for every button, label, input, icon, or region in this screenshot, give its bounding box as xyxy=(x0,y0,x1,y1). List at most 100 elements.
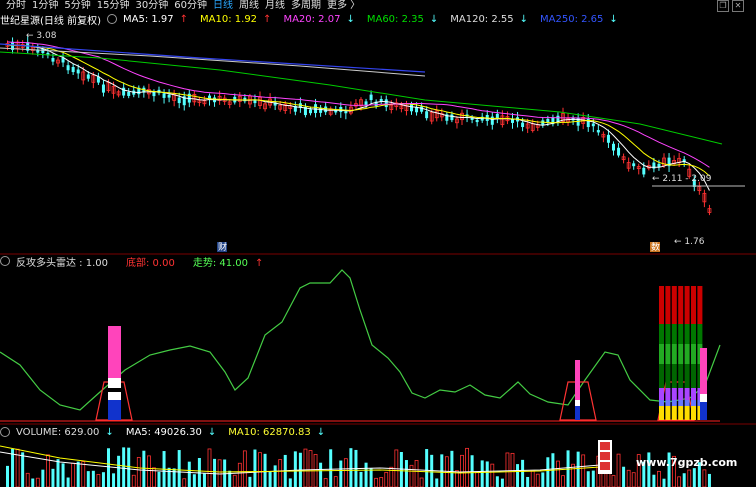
volume-bar xyxy=(101,472,105,487)
signal-column xyxy=(665,388,671,400)
signal-column xyxy=(691,406,696,420)
volume-bar xyxy=(359,471,363,487)
watermark-text: www.7gpzb.com xyxy=(636,456,738,469)
signal-column xyxy=(659,364,664,388)
volume-bar xyxy=(25,472,30,487)
signal-column xyxy=(684,400,690,406)
signal-column xyxy=(678,406,684,420)
volume-bar xyxy=(242,450,247,487)
volume-bar xyxy=(470,455,474,487)
volume-bar xyxy=(107,448,110,487)
signal-column xyxy=(678,388,684,400)
candle-body xyxy=(490,116,494,125)
volume-bar xyxy=(702,469,707,487)
signal-column xyxy=(108,392,121,400)
volume-bar xyxy=(521,459,525,487)
candle-body xyxy=(425,111,429,119)
candle-body xyxy=(309,109,312,114)
candle-body xyxy=(369,94,373,101)
candle-body xyxy=(420,106,424,112)
volume-bar xyxy=(526,476,530,487)
volume-bar xyxy=(687,469,692,487)
signal-column xyxy=(575,360,580,400)
volume-bar xyxy=(117,455,121,487)
signal-column xyxy=(697,324,703,344)
volume-bar xyxy=(122,447,126,487)
signal-column xyxy=(671,324,677,344)
signal-column xyxy=(108,400,121,420)
signal-column xyxy=(684,364,690,388)
signal-column xyxy=(678,364,684,388)
volume-bar xyxy=(485,461,489,487)
signal-column xyxy=(575,406,580,420)
cai-label: 财 xyxy=(218,241,227,253)
candle-body xyxy=(606,134,610,143)
candle-body xyxy=(177,97,181,104)
volume-bar xyxy=(546,457,550,487)
volume-bar xyxy=(86,471,90,487)
candle-body xyxy=(521,122,525,128)
signal-column xyxy=(659,344,664,364)
signal-column xyxy=(678,324,684,344)
volume-bar xyxy=(81,461,86,487)
candle-body xyxy=(450,114,454,121)
volume-bar xyxy=(616,453,621,487)
signal-column xyxy=(671,364,677,388)
high-label: ← 3.08 xyxy=(26,31,57,41)
volume-bar xyxy=(131,474,136,487)
volume-bar xyxy=(622,466,626,487)
candle-body xyxy=(76,69,80,74)
volume-bar xyxy=(66,477,70,487)
volume-bar xyxy=(490,463,495,487)
candle-body xyxy=(127,91,131,96)
signal-column xyxy=(659,324,664,344)
signal-column xyxy=(671,406,677,420)
volume-bar xyxy=(343,458,348,487)
volume-bar xyxy=(404,460,408,487)
signal-column xyxy=(678,286,684,324)
volume-bar xyxy=(662,478,666,487)
volume-bar xyxy=(475,471,480,487)
volume-bar xyxy=(112,473,116,487)
volume-bar xyxy=(369,468,373,487)
volume-bar xyxy=(41,469,45,487)
signal-column xyxy=(108,388,121,392)
candle-body xyxy=(162,93,166,98)
volume-bar xyxy=(177,450,181,487)
candle-body xyxy=(596,130,600,133)
ma5-line xyxy=(7,44,710,191)
volume-bar xyxy=(167,467,171,487)
signal-column xyxy=(700,402,707,420)
volume-bar xyxy=(6,465,9,487)
candle-body xyxy=(86,74,90,79)
volume-bar xyxy=(91,470,95,487)
volume-bar xyxy=(364,462,368,487)
volume-bar xyxy=(561,475,565,487)
volume-bar xyxy=(182,478,187,487)
signal-column xyxy=(659,406,664,420)
volume-bar xyxy=(96,474,101,487)
volume-bar xyxy=(202,473,206,487)
signal-column xyxy=(678,400,684,406)
range-label: ← 2.11 - 2.09 xyxy=(652,174,712,184)
volume-bar xyxy=(319,462,323,487)
candle-body xyxy=(384,99,388,108)
candle-body xyxy=(475,119,479,123)
signal-column xyxy=(684,286,690,324)
shu-label: 数 xyxy=(651,241,660,253)
candle-body xyxy=(71,66,75,73)
volume-bar xyxy=(541,472,545,487)
volume-bar xyxy=(248,476,252,487)
volume-bar xyxy=(414,459,419,487)
volume-bar xyxy=(581,454,586,487)
signal-column xyxy=(665,406,671,420)
volume-bar xyxy=(61,463,65,487)
volume-bar xyxy=(611,475,616,487)
volume-bar xyxy=(232,474,237,487)
volume-bar xyxy=(288,478,292,487)
candle-body xyxy=(101,84,105,93)
signal-column xyxy=(671,344,677,364)
volume-bar xyxy=(237,462,242,487)
volume-bar xyxy=(278,459,283,487)
volume-bar xyxy=(465,447,469,487)
